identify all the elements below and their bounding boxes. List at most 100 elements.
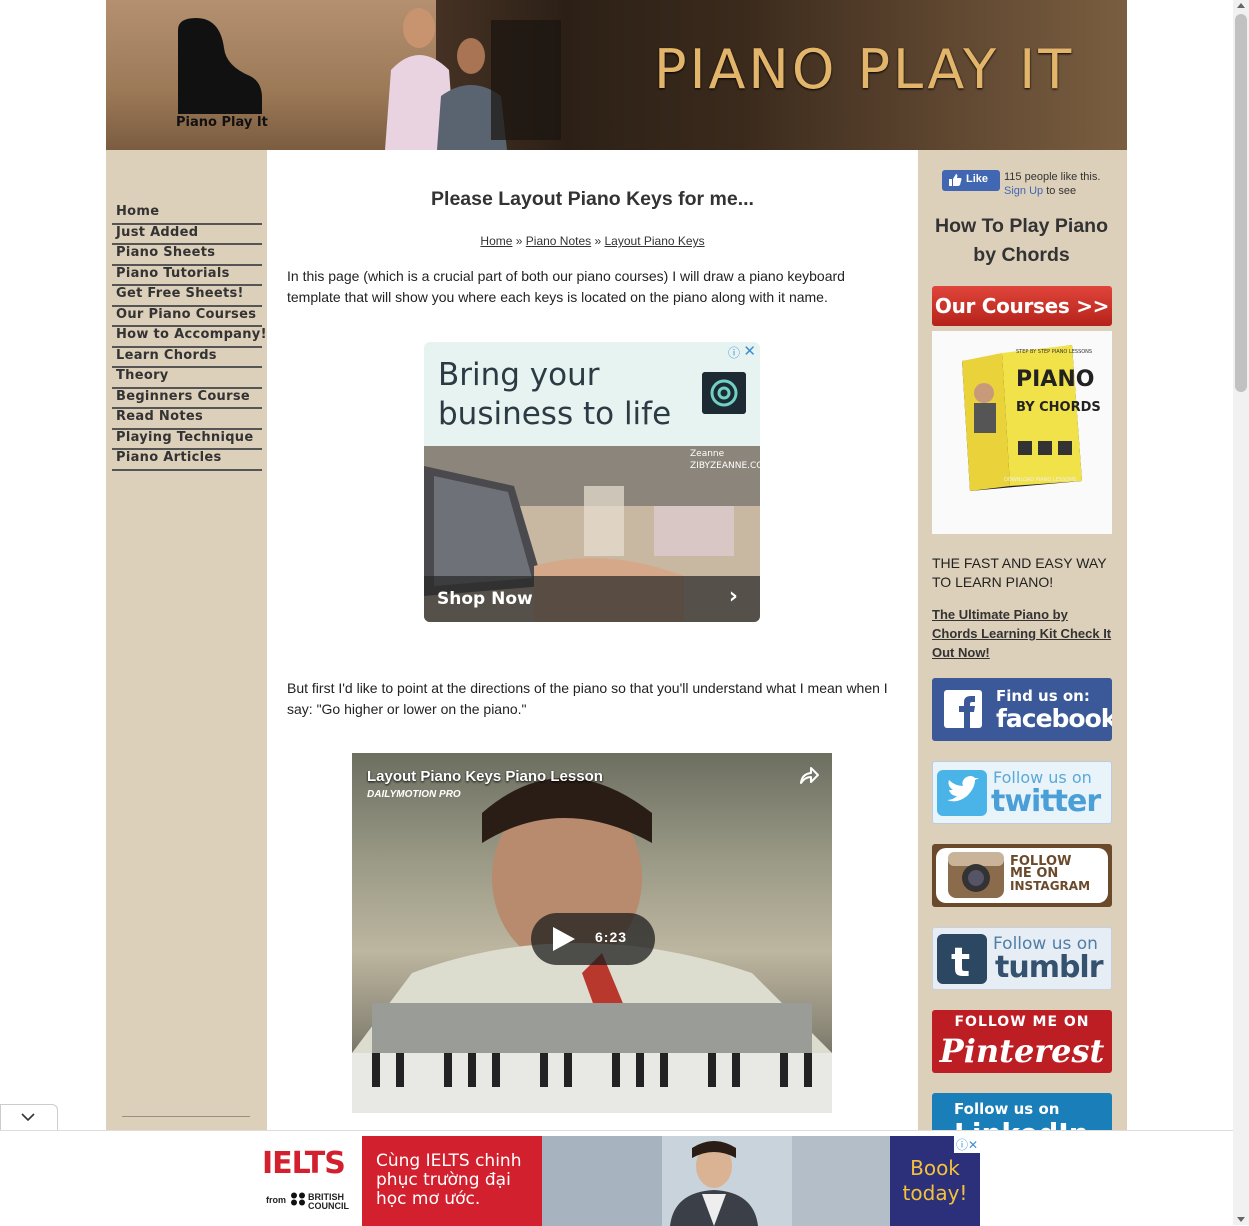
ielts-photo[interactable]: [542, 1136, 890, 1226]
ielts-logo[interactable]: IELTS: [262, 1146, 346, 1181]
thumbs-up-icon: [949, 174, 962, 186]
site-title: PIANO PLAY IT: [654, 38, 1075, 101]
header-photo: [385, 8, 561, 150]
ad-brand-logo-icon[interactable]: [702, 372, 746, 414]
breadcrumb: Home » Piano Notes » Layout Piano Keys: [267, 234, 918, 248]
ielts-ad[interactable]: IELTS from BRITISH COUNCIL Cùng IELTS ch…: [252, 1136, 980, 1226]
nav-item-read-notes[interactable]: Read Notes: [112, 409, 262, 430]
ad-brand-watermark: Zeanne ZIBYZEANNE.CO: [690, 448, 760, 472]
sign-up-suffix: to see: [1043, 185, 1077, 197]
page-scrollbar[interactable]: [1233, 0, 1249, 1225]
breadcrumb-piano-notes[interactable]: Piano Notes: [526, 234, 591, 248]
ad-choices-icon[interactable]: ⓘ✕: [953, 1136, 980, 1153]
left-sidebar: Home Just Added Piano Sheets Piano Tutor…: [106, 150, 267, 1225]
breadcrumb-separator: »: [512, 234, 526, 248]
nav-item-how-to-accompany[interactable]: How to Accompany!: [112, 327, 267, 348]
ad-brand-name: Zeanne: [690, 449, 725, 459]
piano-by-chords-product-image[interactable]: PIANO BY CHORDS STEP BY STEP PIANO LESSO…: [932, 331, 1112, 534]
svg-text:t: t: [951, 940, 970, 984]
nav-item-theory[interactable]: Theory: [112, 368, 262, 389]
breadcrumb-home[interactable]: Home: [480, 234, 512, 248]
ad-shop-now-button[interactable]: Shop Now ›: [424, 576, 760, 622]
sidebar-divider: [122, 1116, 250, 1117]
sidebar-tagline: THE FAST AND EASY WAY TO LEARN PIANO!: [932, 555, 1107, 590]
nav-item-piano-articles[interactable]: Piano Articles: [112, 450, 262, 471]
nav-item-learn-chords[interactable]: Learn Chords: [112, 348, 262, 368]
like-count-text: 115 people like this.: [1004, 171, 1101, 183]
linkedin-line1: Follow us on: [954, 1100, 1060, 1118]
ielts-message-panel[interactable]: Cùng IELTS chinh phục trường đại học mơ …: [362, 1136, 542, 1226]
nav-item-piano-tutorials[interactable]: Piano Tutorials: [112, 266, 262, 286]
ad-info-icon[interactable]: ⓘ: [728, 344, 740, 361]
sidebar-heading: How To Play Piano by Chords: [935, 215, 1108, 266]
nav-item-home[interactable]: Home: [112, 204, 262, 225]
learning-kit-link[interactable]: The Ultimate Piano by Chords Learning Ki…: [932, 605, 1112, 662]
pinterest-line1: FOLLOW ME ON: [954, 1014, 1090, 1030]
product-subtitle: BY CHORDS: [1016, 400, 1101, 415]
pinterest-follow-button[interactable]: FOLLOW ME ON Pinterest: [932, 1010, 1112, 1073]
ielts-message: Cùng IELTS chinh phục trường đại học mơ …: [376, 1151, 522, 1209]
british-council-label: BRITISH COUNCIL: [308, 1193, 349, 1211]
share-icon[interactable]: [798, 765, 820, 787]
chevron-right-icon: ›: [728, 584, 738, 609]
pinterest-line2: Pinterest: [939, 1032, 1105, 1070]
page-title: Please Layout Piano Keys for me...: [431, 188, 754, 210]
instagram-follow-button[interactable]: FOLLOW ME ON INSTAGRAM: [932, 844, 1112, 907]
product-footer: DOWNLOAD PIANO LESSONS: [1004, 477, 1076, 483]
scroll-down-arrow-icon[interactable]: [1237, 1217, 1245, 1222]
facebook-icon: [944, 690, 982, 728]
ad-cta-label: Shop Now: [437, 589, 533, 609]
product-title: PIANO: [1016, 367, 1094, 392]
our-courses-button[interactable]: Our Courses >>: [932, 286, 1112, 326]
play-icon: [553, 927, 575, 951]
facebook-line2: facebook: [996, 704, 1112, 733]
tumblr-follow-button[interactable]: t Follow us on tumblr: [932, 927, 1112, 990]
logo-text[interactable]: Piano Play It: [176, 115, 268, 130]
twitter-line2: twitter: [991, 784, 1101, 819]
ad-close-icon[interactable]: ✕: [743, 342, 756, 360]
bc-line2: COUNCIL: [308, 1201, 349, 1211]
bottom-ad-bar: IELTS from BRITISH COUNCIL Cùng IELTS ch…: [0, 1130, 1233, 1226]
nav-item-beginners-course[interactable]: Beginners Course: [112, 389, 262, 409]
chevron-down-icon: [21, 1113, 35, 1122]
tumblr-line2: tumblr: [995, 950, 1104, 985]
instagram-camera-icon: [948, 852, 1004, 898]
nav-item-our-piano-courses[interactable]: Our Piano Courses: [112, 307, 262, 327]
breadcrumb-separator: »: [591, 234, 605, 248]
video-play-button[interactable]: 6:23: [531, 913, 655, 965]
keyboard-image: [352, 1053, 832, 1113]
british-council-logo-icon: [291, 1192, 305, 1206]
nav-item-playing-technique[interactable]: Playing Technique: [112, 430, 262, 450]
tumblr-icon: t: [937, 934, 987, 984]
twitter-follow-button[interactable]: Follow us on twitter: [932, 761, 1112, 824]
video-title[interactable]: Layout Piano Keys Piano Lesson: [367, 768, 603, 785]
collapse-ad-button[interactable]: [0, 1104, 58, 1131]
like-label: Like: [966, 173, 989, 185]
video-player[interactable]: Layout Piano Keys Piano Lesson DAILYMOTI…: [352, 753, 832, 1113]
instagram-line3: INSTAGRAM: [1010, 879, 1091, 893]
site-header: Piano Play It PIANO PLAY IT: [106, 0, 1127, 150]
breadcrumb-layout-piano-keys[interactable]: Layout Piano Keys: [605, 234, 705, 248]
ad-brand-url: ZIBYZEANNE.CO: [690, 461, 760, 471]
grand-piano-logo-icon[interactable]: [176, 18, 264, 116]
nav-item-just-added[interactable]: Just Added: [112, 225, 262, 245]
ielts-from-label: from: [266, 1195, 286, 1205]
product-tagline: STEP BY STEP PIANO LESSONS: [1016, 349, 1092, 355]
ad-headline[interactable]: Bring your business to life: [438, 356, 688, 434]
facebook-follow-button[interactable]: Find us on: facebook: [932, 678, 1112, 741]
intro-paragraph: In this page (which is a crucial part of…: [287, 268, 845, 305]
like-count: 115 people like this. Sign Up to see: [1004, 170, 1114, 198]
main-nav: Home Just Added Piano Sheets Piano Tutor…: [112, 204, 267, 471]
twitter-bird-icon: [937, 770, 987, 816]
content-ad[interactable]: Bring your business to life ⓘ ✕ Zeanne Z…: [424, 342, 760, 622]
nav-item-get-free-sheets[interactable]: Get Free Sheets!: [112, 286, 262, 307]
video-duration: 6:23: [595, 929, 628, 945]
book-today-label: Book today!: [902, 1156, 968, 1205]
nav-item-piano-sheets[interactable]: Piano Sheets: [112, 245, 262, 266]
sign-up-link[interactable]: Sign Up: [1004, 185, 1043, 197]
scrollbar-thumb[interactable]: [1235, 14, 1247, 392]
scroll-up-arrow-icon[interactable]: [1237, 3, 1245, 8]
our-courses-label: Our Courses >>: [934, 294, 1110, 318]
facebook-like-button[interactable]: Like: [942, 170, 1000, 191]
video-provider: DAILYMOTION PRO: [367, 789, 461, 800]
